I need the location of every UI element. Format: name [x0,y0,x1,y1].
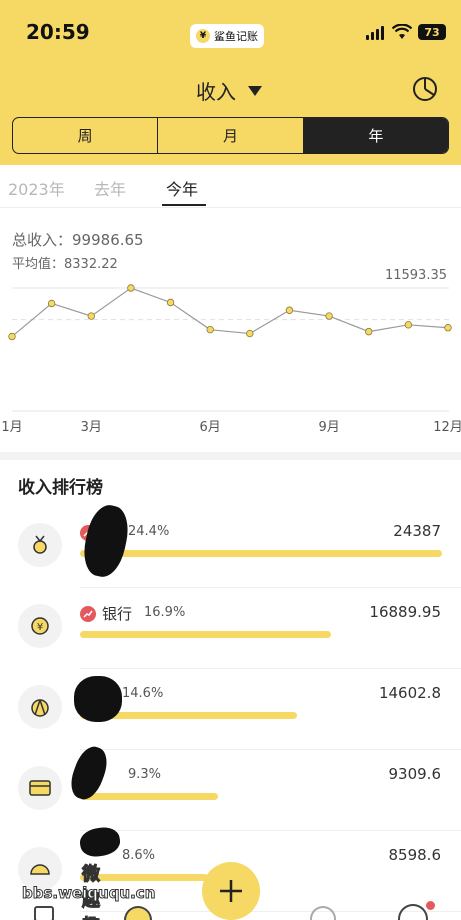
signal-icon [366,26,384,40]
notification-dot [426,901,435,910]
ranking-share-bar [80,793,218,800]
card-icon [18,766,62,810]
ranking-percent: 9.3% [128,767,162,782]
data-point [285,306,294,314]
data-point [365,327,373,336]
ranking-percent: 24.4% [128,524,170,539]
page-title: 收入 [196,80,236,104]
total-value: 99986.65 [72,231,144,249]
ranking-percent: 14.6% [122,686,164,701]
average-income: 平均值：8332.22 [12,253,118,272]
x-tick-label: 12月 [433,420,461,435]
ranking-name: 银行 [102,605,133,623]
row-divider [80,668,461,669]
ranking-amount: 16889.95 [369,603,441,621]
section-divider [0,452,461,460]
discover-tab-icon[interactable] [310,906,336,920]
tab-this-year[interactable]: 今年 [166,176,198,200]
chart-tab-icon[interactable] [124,906,152,920]
segment-year[interactable]: 年 [303,118,448,153]
ranking-row[interactable]: 板24.4%24387 [0,515,461,595]
total-label: 总收入： [12,231,73,249]
medal-icon [18,523,62,567]
x-tick-label: 9月 [318,420,339,435]
ranking-title: 收入排行榜 [18,478,103,498]
active-tab-underline [162,204,206,206]
avg-label: 平均值： [12,257,65,272]
series-line [11,287,449,337]
total-income: 总收入：99986.65 [12,229,144,250]
data-point [206,325,214,334]
data-point [325,312,333,320]
ranking-row[interactable]: 14.6% 14602.8 [0,677,461,757]
ranking-amount: 14602.8 [378,684,441,702]
x-tick-label: 1月 [1,420,22,435]
data-point [47,299,56,308]
ranking-percent: 8.6% [122,848,156,863]
ranking-share-bar [80,631,331,638]
battery-icon: 73 [418,24,446,40]
app-badge: ¥ 鲨鱼记账 [190,24,264,48]
data-point [127,284,135,292]
row-divider [80,587,461,588]
ranking-amount: 24387 [393,522,441,540]
ranking-row[interactable]: ¥ 银行 16.9% 16889.95 [0,596,461,676]
ranking-row[interactable]: 板9.3%9309.6 [0,758,461,838]
wifi-icon [392,24,412,39]
row-divider [80,830,461,831]
ranking-amount: 9309.6 [388,765,442,783]
segment-month[interactable]: 月 [158,118,304,153]
svg-text:¥: ¥ [37,622,43,633]
pie-chart-icon[interactable] [412,76,438,102]
caret-down-icon [248,85,262,96]
data-point [246,329,254,338]
compass-icon [18,685,62,729]
trend-icon [80,606,96,622]
segment-week[interactable]: 周 [13,118,159,153]
ranking-percent: 16.9% [144,605,186,620]
status-time: 20:59 [26,20,90,44]
title-row: 收入 [0,72,461,106]
yen-coin-icon: ¥ [196,29,210,43]
yen-exchange-icon: ¥ [18,604,62,648]
year-tabs: 2023年 去年 今年 [0,166,461,208]
avg-value: 8332.22 [64,257,118,272]
profile-tab-icon[interactable] [398,904,428,920]
app-badge-label: 鲨鱼记账 [214,30,258,43]
x-tick-label: 6月 [200,420,221,435]
ranking-amount: 8598.6 [388,846,442,864]
period-segment: 周 月 年 [12,117,449,154]
status-bar: 20:59 ¥ 鲨鱼记账 73 [0,0,461,62]
income-line-chart: 1月 3月 6月 9月 12月 [1,284,461,435]
data-point [166,298,175,307]
tab-last-year[interactable]: 去年 [94,176,126,200]
tab-2023[interactable]: 2023年 [8,176,65,200]
detail-tab-icon[interactable] [34,906,54,920]
data-point [87,312,95,320]
tab-bar [0,896,461,920]
row-divider [80,749,461,750]
redaction-scribble [74,676,122,722]
data-point [444,324,452,332]
type-selector[interactable]: 收入 [196,76,262,105]
header: 20:59 ¥ 鲨鱼记账 73 收入 周 月 年 [0,0,461,165]
ranking-share-bar [80,550,442,557]
x-tick-label: 3月 [81,420,102,435]
data-point [404,321,413,329]
data-point [8,332,16,341]
